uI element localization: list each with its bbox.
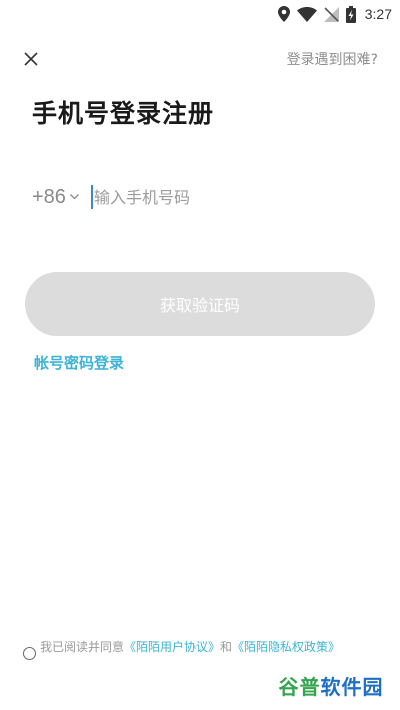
country-code-selector[interactable]: +86 bbox=[32, 186, 91, 209]
watermark-logo: 谷普 软件园 bbox=[270, 668, 392, 702]
wifi-icon bbox=[296, 6, 317, 22]
agreement-text: 我已阅读并同意《陌陌用户协议》和《陌陌隐私权政策》 bbox=[40, 639, 360, 655]
agreement-and: 和 bbox=[220, 640, 233, 654]
agreement-radio[interactable] bbox=[23, 647, 36, 660]
location-icon bbox=[277, 6, 290, 22]
country-code: +86 bbox=[32, 185, 66, 208]
user-agreement-link[interactable]: 《陌陌用户协议》 bbox=[124, 640, 220, 654]
battery-charging-icon bbox=[345, 5, 356, 23]
status-time: 3:27 bbox=[364, 6, 392, 22]
watermark-part1: 谷普 bbox=[278, 674, 321, 699]
watermark-part2: 软件园 bbox=[320, 674, 384, 699]
privacy-policy-link[interactable]: 《陌陌隐私权政策》 bbox=[232, 640, 340, 654]
page-title: 手机号登录注册 bbox=[32, 99, 215, 128]
close-icon bbox=[24, 52, 38, 66]
phone-row: +86 bbox=[32, 180, 372, 214]
login-help-link[interactable]: 登录遇到困难? bbox=[287, 49, 378, 69]
status-icons: 3:27 bbox=[277, 4, 392, 24]
phone-number-input[interactable] bbox=[92, 187, 334, 207]
get-code-button[interactable]: 获取验证码 bbox=[25, 272, 375, 336]
password-login-link[interactable]: 帐号密码登录 bbox=[34, 352, 124, 373]
agreement-prefix: 我已阅读并同意 bbox=[40, 640, 125, 654]
status-bar: 3:27 bbox=[0, 0, 400, 28]
no-signal-icon bbox=[323, 6, 339, 22]
close-button[interactable] bbox=[18, 46, 44, 72]
chevron-down-icon bbox=[69, 194, 79, 200]
